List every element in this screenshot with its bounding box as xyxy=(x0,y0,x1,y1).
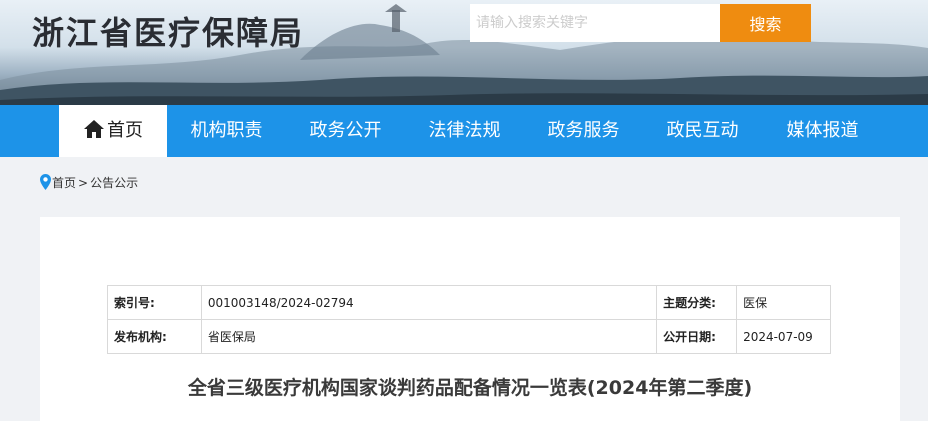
nav-item-media[interactable]: 媒体报道 xyxy=(762,105,883,157)
index-label: 索引号: xyxy=(107,285,202,320)
nav-item-duties[interactable]: 机构职责 xyxy=(167,105,286,157)
header-banner: 浙江省医疗保障局 搜索 xyxy=(0,0,928,105)
content-card: 索引号: 001003148/2024-02794 主题分类: 医保 发布机构:… xyxy=(40,217,900,421)
breadcrumb-separator: > xyxy=(78,176,89,190)
search-button[interactable]: 搜索 xyxy=(720,4,811,42)
nav-item-interaction[interactable]: 政民互动 xyxy=(643,105,762,157)
topic-label: 主题分类: xyxy=(656,285,738,320)
location-pin-icon xyxy=(40,174,51,190)
publisher-label: 发布机构: xyxy=(107,319,202,354)
nav-item-gov-services[interactable]: 政务服务 xyxy=(524,105,643,157)
nav-item-label: 首页 xyxy=(107,120,143,141)
date-label: 公开日期: xyxy=(656,319,738,354)
table-row: 发布机构: 省医保局 公开日期: 2024-07-09 xyxy=(107,319,831,354)
article-title: 全省三级医疗机构国家谈判药品配备情况一览表(2024年第二季度) xyxy=(187,377,753,399)
nav-item-laws[interactable]: 法律法规 xyxy=(405,105,524,157)
breadcrumb-announcements-link[interactable]: 公告公示 xyxy=(90,176,138,190)
nav-item-home[interactable]: 首页 xyxy=(59,105,167,157)
date-value: 2024-07-09 xyxy=(736,319,831,354)
home-icon xyxy=(84,120,104,138)
breadcrumb-home-link[interactable]: 首页 xyxy=(52,176,76,190)
publisher-value: 省医保局 xyxy=(200,319,658,354)
breadcrumb: 首页 > 公告公示 xyxy=(40,174,138,192)
site-title: 浙江省医疗保障局 xyxy=(32,14,305,52)
topic-value: 医保 xyxy=(736,285,831,320)
index-value: 001003148/2024-02794 xyxy=(200,285,658,320)
search-input[interactable] xyxy=(470,4,720,42)
table-row: 索引号: 001003148/2024-02794 主题分类: 医保 xyxy=(107,285,831,320)
nav-item-gov-affairs-open[interactable]: 政务公开 xyxy=(286,105,405,157)
document-meta-table: 索引号: 001003148/2024-02794 主题分类: 医保 发布机构:… xyxy=(107,285,831,354)
main-nav: 首页 机构职责 政务公开 法律法规 政务服务 政民互动 媒体报道 xyxy=(0,105,928,157)
